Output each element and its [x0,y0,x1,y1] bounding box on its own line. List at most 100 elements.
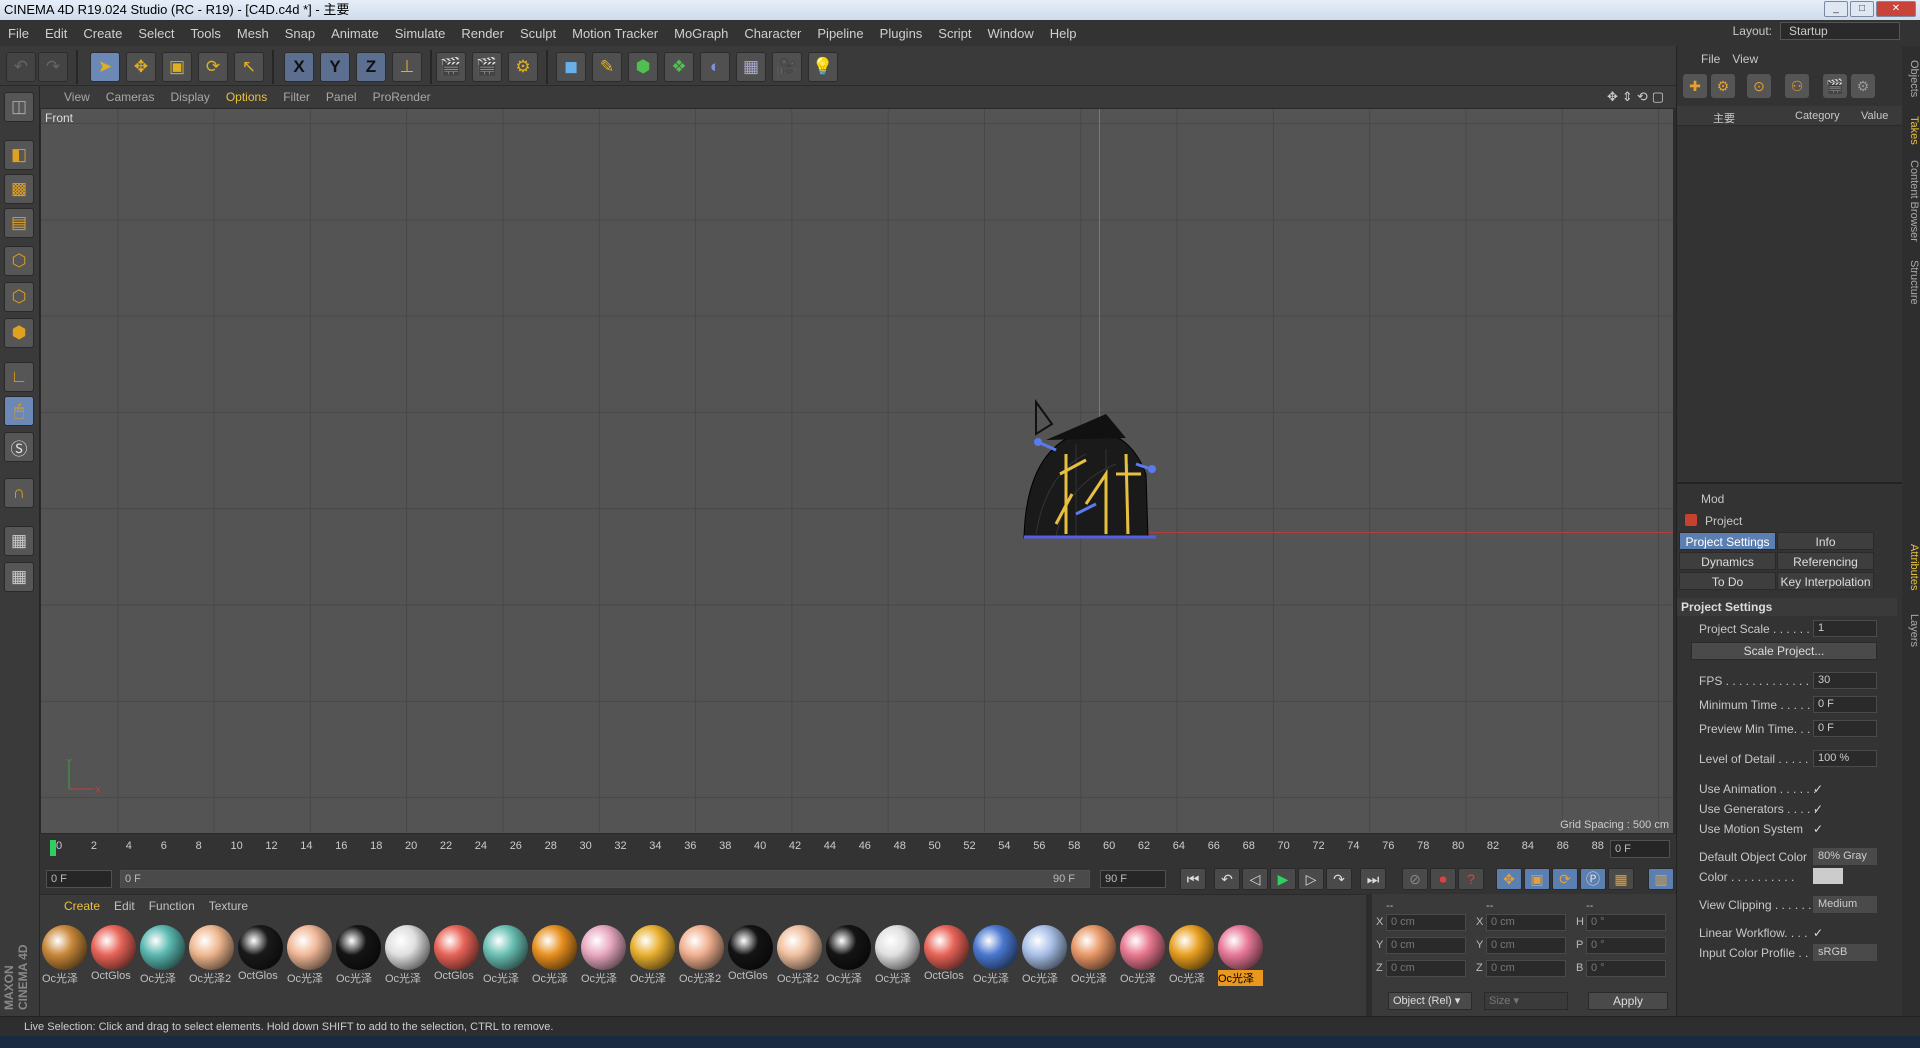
menu-help[interactable]: Help [1050,26,1077,41]
timeline-layout-icon[interactable]: ▥ [1648,868,1674,890]
material-menu-create[interactable]: Create [64,899,100,913]
menu-script[interactable]: Script [938,26,971,41]
points-mode-icon[interactable]: ⬡ [4,246,34,276]
viewport-menu-view[interactable]: View [64,90,90,104]
menu-window[interactable]: Window [988,26,1034,41]
material-item[interactable]: Oc光泽 [630,925,675,986]
autokey-icon[interactable]: ⏺ [1430,868,1456,890]
axis-mode-icon[interactable]: ∟ [4,362,34,392]
coord-field[interactable]: 0 ° [1586,937,1666,954]
material-item[interactable]: Oc光泽2 [189,925,234,986]
snap-icon[interactable]: ∩ [4,478,34,508]
coord-size-dropdown[interactable]: Size ▾ [1484,992,1568,1010]
object-tool-icon[interactable]: ✚ [1683,74,1707,98]
take-icon[interactable]: ⊙ [1747,74,1771,98]
camera-icon[interactable]: 🎥 [772,52,802,82]
start-frame-field[interactable]: 0 F [46,870,112,888]
solo-icon[interactable]: Ⓢ [4,432,34,462]
coord-field[interactable]: 0 ° [1586,914,1666,931]
texture-mode-icon[interactable]: ▩ [4,174,34,204]
menu-create[interactable]: Create [83,26,122,41]
keyframe-selection-icon[interactable]: ? [1458,868,1484,890]
z-axis-lock-icon[interactable]: Z [356,52,386,82]
coord-field[interactable]: 0 cm [1486,937,1566,954]
menu-snap[interactable]: Snap [285,26,315,41]
side-tab-structure[interactable]: Structure [1902,252,1920,312]
render-take-icon[interactable]: 🎬 [1823,74,1847,98]
coord-field[interactable]: 0 cm [1386,914,1466,931]
viewport-menu-options[interactable]: Options [226,90,267,104]
scale-icon[interactable]: ▣ [162,52,192,82]
side-tab-takes[interactable]: Takes [1902,110,1920,150]
pen-spline-icon[interactable]: ✎ [592,52,622,82]
material-item[interactable]: Oc光泽 [1022,925,1067,986]
tab-project-settings[interactable]: Project Settings [1679,532,1776,550]
menu-sculpt[interactable]: Sculpt [520,26,556,41]
recent-tool-icon[interactable]: ↖ [234,52,264,82]
material-item[interactable]: Oc光泽 [875,925,920,986]
y-axis-lock-icon[interactable]: Y [320,52,350,82]
side-tab-layers[interactable]: Layers [1902,606,1920,656]
material-item[interactable]: Oc光泽 [1071,925,1116,986]
material-item[interactable]: Oc光泽 [1169,925,1214,986]
key-rotation-icon[interactable]: ⟳ [1552,868,1578,890]
next-key-icon[interactable]: ↷ [1326,868,1352,890]
use-animation-checkbox[interactable]: ✓ [1813,782,1823,796]
play-icon[interactable]: ▶ [1270,868,1296,890]
coord-field[interactable]: 0 cm [1486,914,1566,931]
viewport-front[interactable]: Front Y X Grid Spacing : 500 cm [40,108,1674,834]
viewport-menu-display[interactable]: Display [170,90,209,104]
range-slider[interactable]: 0 F 90 F [120,870,1090,888]
cube-icon[interactable]: ◼ [556,52,586,82]
material-item[interactable]: Oc光泽 [1218,925,1263,986]
material-item[interactable]: Oc光泽 [826,925,871,986]
tweak-mode-icon[interactable]: 🖱 [4,396,34,426]
next-frame-icon[interactable]: ▷ [1298,868,1324,890]
material-item[interactable]: Oc光泽 [483,925,528,986]
menu-render[interactable]: Render [461,26,504,41]
side-tab-objects[interactable]: Objects [1902,54,1920,104]
input-profile-dropdown[interactable]: sRGB [1813,944,1877,961]
polygons-mode-icon[interactable]: ⬢ [4,318,34,348]
tab-to-do[interactable]: To Do [1679,572,1776,590]
default-color-dropdown[interactable]: 80% Gray [1813,848,1877,865]
viewport-menu-cameras[interactable]: Cameras [106,90,155,104]
material-item[interactable]: Oc光泽 [42,925,87,986]
objects-menu-view[interactable]: View [1732,52,1758,66]
previous-frame-icon[interactable]: ◁ [1242,868,1268,890]
viewport-nav-icons[interactable]: ✥⇕⟲▢ [1607,89,1668,105]
undo-icon[interactable]: ↶ [6,52,36,82]
material-item[interactable]: Oc光泽 [973,925,1018,986]
cloner-icon[interactable]: ❖ [664,52,694,82]
project-scale-field[interactable]: 1 [1813,620,1877,637]
tab-referencing[interactable]: Referencing [1777,552,1874,570]
material-item[interactable]: OctGlos [91,925,136,982]
floor-icon[interactable]: ▦ [736,52,766,82]
coord-field[interactable]: 0 cm [1386,960,1466,977]
menu-select[interactable]: Select [138,26,174,41]
objects-menu-file[interactable]: File [1701,52,1720,66]
planar-workplane-icon[interactable]: ▦ [4,562,34,592]
material-item[interactable]: Oc光泽2 [679,925,724,986]
model-mode-icon[interactable]: ◧ [4,140,34,170]
edges-mode-icon[interactable]: ⬡ [4,282,34,312]
material-item[interactable]: Oc光泽 [1120,925,1165,986]
material-item[interactable]: Oc光泽 [287,925,332,986]
coordinate-system-icon[interactable]: ⊥ [392,52,422,82]
apply-button[interactable]: Apply [1588,992,1668,1010]
maximize-button[interactable]: □ [1850,1,1874,17]
material-item[interactable]: Oc光泽 [532,925,577,986]
move-icon[interactable]: ✥ [126,52,156,82]
lod-field[interactable]: 100 % [1813,750,1877,767]
color-swatch[interactable] [1813,868,1843,884]
layout-dropdown[interactable]: Startup [1780,22,1900,40]
scale-project-button[interactable]: Scale Project... [1691,642,1877,660]
material-item[interactable]: Oc光泽 [581,925,626,986]
menu-edit[interactable]: Edit [45,26,67,41]
material-item[interactable]: OctGlos [434,925,479,982]
viewport-menu-filter[interactable]: Filter [283,90,310,104]
material-item[interactable]: OctGlos [728,925,773,982]
auto-take-icon[interactable]: ⚙ [1851,74,1875,98]
workplane-icon[interactable]: ▤ [4,208,34,238]
key-pla-icon[interactable]: ▦ [1608,868,1634,890]
